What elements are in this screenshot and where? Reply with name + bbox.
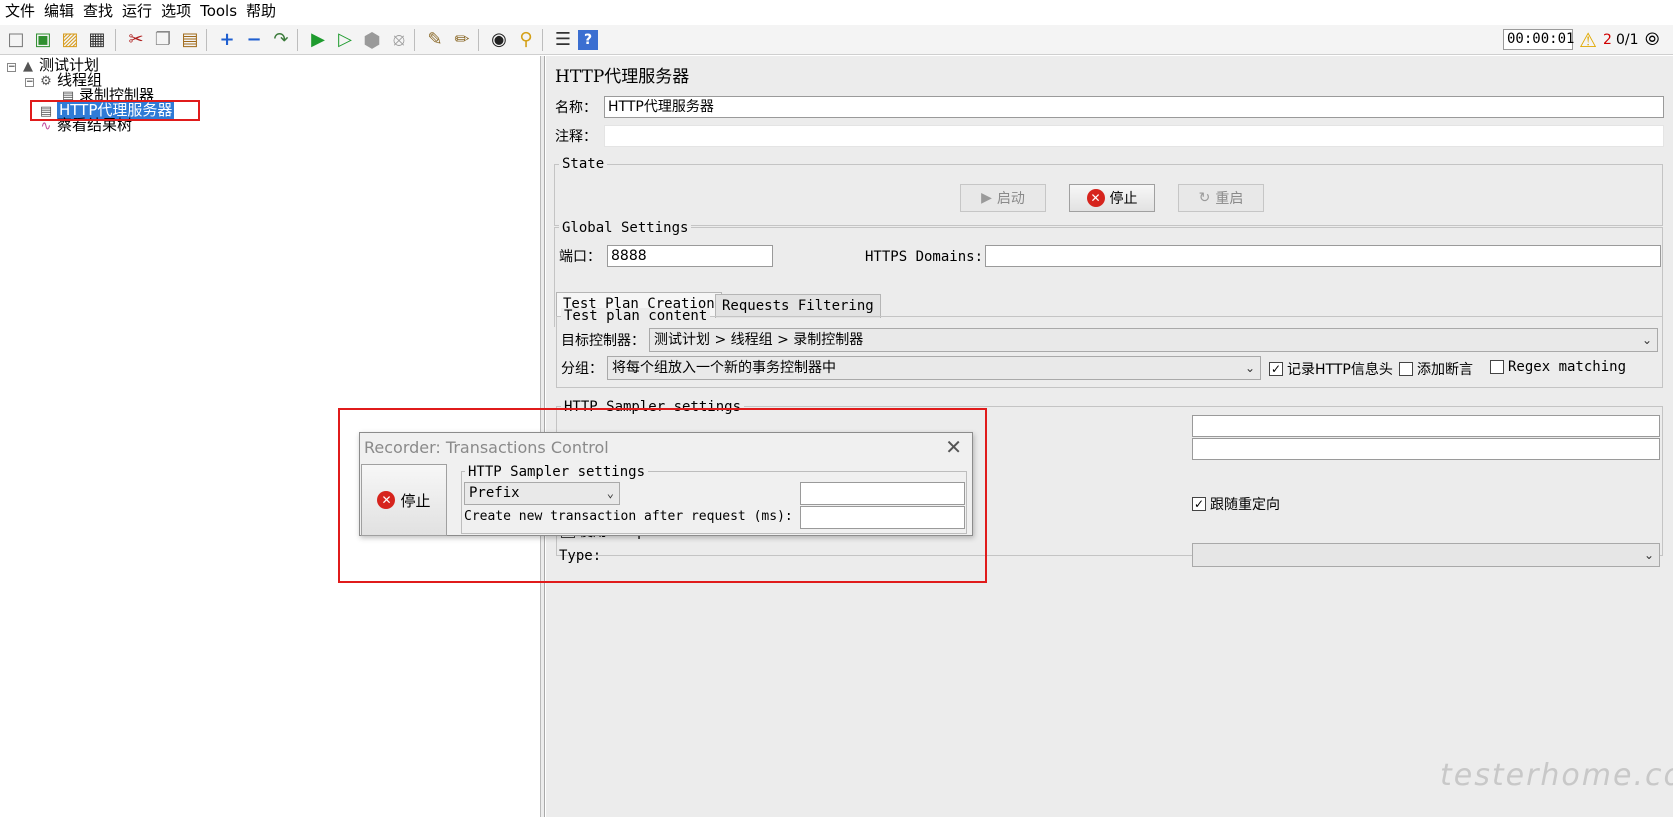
chevron-down-icon: ⌄ — [1244, 361, 1255, 375]
watermark: testerhome.com — [1440, 758, 1673, 793]
dialog-title: Recorder: Transactions Control — [364, 438, 609, 457]
menu-edit[interactable]: 编辑 — [39, 0, 78, 23]
elapsed-timer: 00:00:01 — [1503, 29, 1574, 50]
global-settings-title: Global Settings — [559, 220, 692, 236]
target-controller-label: 目标控制器： — [561, 333, 645, 349]
name-field[interactable]: HTTP代理服务器 — [604, 96, 1664, 118]
stop-icon: ✕ — [377, 491, 396, 509]
stop-icon: ✕ — [1086, 189, 1105, 207]
sampler-transaction-field[interactable] — [1192, 438, 1660, 460]
status-indicator-icon: ⦾ — [1645, 29, 1660, 50]
menu-options[interactable]: 选项 — [156, 0, 195, 23]
play-icon: ▶ — [981, 190, 992, 206]
error-count: 2 — [1603, 32, 1612, 48]
tab-requests-filtering[interactable]: Requests Filtering — [715, 294, 881, 318]
menu-search[interactable]: 查找 — [78, 0, 117, 23]
port-label: 端口： — [559, 249, 601, 265]
test-plan-content-title: Test plan content — [561, 308, 711, 324]
expand-icon[interactable]: + — [215, 28, 239, 52]
https-domains-label: HTTPS Domains: — [865, 249, 984, 265]
start-button[interactable]: ▶ 启动 — [960, 184, 1046, 212]
toolbar-separator — [206, 29, 207, 51]
toolbar-separator — [414, 29, 415, 51]
name-label: 名称： — [555, 100, 597, 116]
tree-collapse-toggle[interactable]: − — [25, 78, 34, 87]
function-helper-icon[interactable]: ☰ — [551, 28, 575, 52]
menu-tools[interactable]: Tools — [195, 0, 241, 23]
open-icon[interactable]: ▨ — [58, 28, 82, 52]
sampler-prefix-field[interactable] — [1192, 415, 1660, 437]
toolbar-separator — [115, 29, 116, 51]
checkbox-box: ✓ — [1269, 362, 1283, 376]
comment-label: 注释： — [555, 129, 597, 145]
toggle-icon[interactable]: ↷ — [269, 28, 293, 52]
help-icon[interactable]: ? — [578, 30, 598, 50]
menu-run[interactable]: 运行 — [117, 0, 156, 23]
dialog-create-transaction-label: Create new transaction after request (ms… — [464, 509, 793, 524]
dialog-prefix-select[interactable]: Prefix ⌄ — [464, 482, 620, 505]
toolbar-separator — [478, 29, 479, 51]
clear-icon[interactable]: ✎ — [423, 28, 447, 52]
chevron-down-icon: ⌄ — [1643, 548, 1654, 562]
start-no-pause-icon[interactable]: ▷ — [333, 28, 357, 52]
start-icon[interactable]: ▶ — [306, 28, 330, 52]
page-title: HTTP代理服务器 — [555, 67, 690, 87]
collapse-icon[interactable]: − — [242, 28, 266, 52]
dialog-stop-button[interactable]: ✕ 停止 — [361, 464, 447, 536]
dialog-create-transaction-field[interactable] — [800, 506, 965, 529]
new-icon[interactable]: □ — [4, 28, 28, 52]
chevron-down-icon: ⌄ — [606, 486, 614, 500]
restart-button[interactable]: ↻ 重启 — [1178, 184, 1264, 212]
checkbox-box — [1490, 360, 1504, 374]
shutdown-icon[interactable]: ⦻ — [387, 28, 411, 52]
record-headers-checkbox[interactable]: ✓ 记录HTTP信息头 — [1269, 359, 1393, 379]
dialog-sampler-title: HTTP Sampler settings — [465, 464, 649, 480]
cut-icon[interactable]: ✂ — [124, 28, 148, 52]
add-assertions-checkbox[interactable]: 添加断言 — [1399, 359, 1473, 379]
regex-matching-checkbox[interactable]: Regex matching — [1490, 359, 1626, 375]
type-select[interactable]: ⌄ — [1192, 543, 1660, 567]
follow-redirects-checkbox[interactable]: ✓ 跟随重定向 — [1192, 494, 1280, 514]
state-group-title: State — [559, 156, 608, 172]
toolbar-separator — [542, 29, 543, 51]
tree-collapse-toggle[interactable]: − — [7, 63, 16, 72]
save-icon[interactable]: ▦ — [85, 28, 109, 52]
toolbar-separator — [297, 29, 298, 51]
checkbox-box — [1399, 362, 1413, 376]
paste-icon[interactable]: ▤ — [178, 28, 202, 52]
test-plan-icon: ▲ — [23, 59, 33, 74]
active-threads: 0/1 — [1616, 32, 1639, 48]
checkbox-box: ✓ — [1192, 497, 1206, 511]
chevron-down-icon: ⌄ — [1641, 333, 1652, 347]
close-icon[interactable]: ✕ — [945, 435, 962, 459]
grouping-label: 分组： — [561, 361, 603, 377]
target-controller-select[interactable]: 测试计划 > 线程组 > 录制控制器 ⌄ — [649, 328, 1658, 352]
thread-group-icon: ⚙ — [40, 74, 52, 89]
restart-icon: ↻ — [1198, 190, 1211, 206]
copy-icon[interactable]: ❐ — [151, 28, 175, 52]
menu-bar: 文件 编辑 查找 运行 选项 Tools 帮助 — [0, 0, 1673, 23]
clear-all-icon[interactable]: ✏ — [450, 28, 474, 52]
port-field[interactable]: 8888 — [607, 245, 773, 267]
stop-icon[interactable]: ⬢ — [360, 28, 384, 52]
search-icon[interactable]: ◉ — [487, 28, 511, 52]
warning-icon[interactable]: ⚠ — [1579, 28, 1597, 52]
toolbar: □ ▣ ▨ ▦ ✂ ❐ ▤ + − ↷ ▶ ▷ ⬢ ⦻ ✎ ✏ ◉ ⚲ ☰ ? … — [0, 25, 1673, 55]
dialog-prefix-field[interactable] — [800, 482, 965, 505]
menu-help[interactable]: 帮助 — [241, 0, 280, 23]
grouping-select[interactable]: 将每个组放入一个新的事务控制器中 ⌄ — [607, 356, 1261, 380]
https-domains-field[interactable] — [985, 245, 1661, 267]
highlight-box — [30, 100, 200, 121]
reset-search-icon[interactable]: ⚲ — [514, 28, 538, 52]
menu-file[interactable]: 文件 — [0, 0, 39, 23]
recorder-transactions-dialog: Recorder: Transactions Control ✕ ✕ 停止 HTT… — [359, 432, 973, 536]
comment-field[interactable] — [604, 125, 1664, 147]
templates-icon[interactable]: ▣ — [31, 28, 55, 52]
stop-button[interactable]: ✕ 停止 — [1069, 184, 1155, 212]
